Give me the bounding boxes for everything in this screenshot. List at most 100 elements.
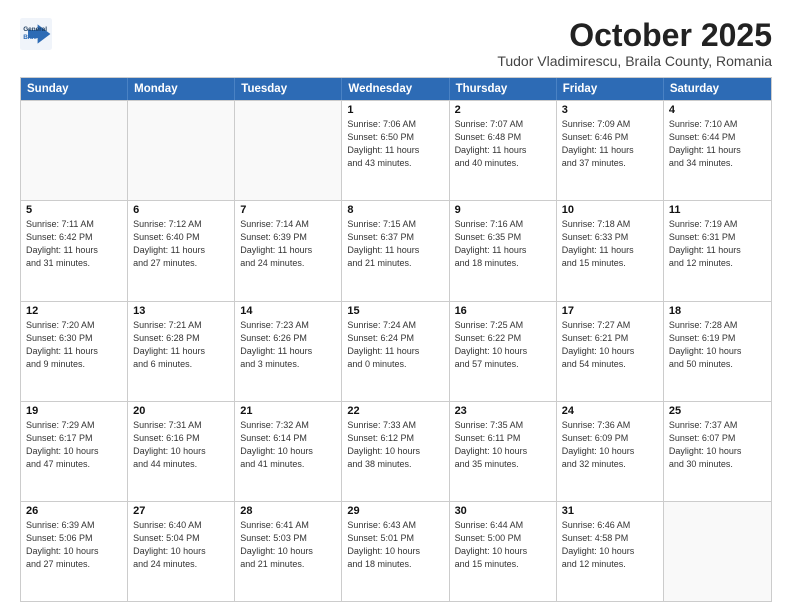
calendar-cell: 13 Sunrise: 7:21 AM Sunset: 6:28 PM Dayli… — [128, 302, 235, 401]
calendar-cell: 31Sunrise: 6:46 AM Sunset: 4:58 PM Dayli… — [557, 502, 664, 601]
day-info: Sunrise: 7:06 AM Sunset: 6:50 PM Dayligh… — [347, 118, 443, 170]
day-number: 12 — [26, 305, 122, 317]
calendar-cell: 21 Sunrise: 7:32 AM Sunset: 6:14 PM Dayli… — [235, 402, 342, 501]
day-number: 21 — [240, 405, 336, 417]
day-info: Sunrise: 7:14 AM Sunset: 6:39 PM Dayligh… — [240, 218, 336, 270]
calendar: SundayMondayTuesdayWednesdayThursdayFrid… — [20, 77, 772, 602]
calendar-cell: 11Sunrise: 7:19 AM Sunset: 6:31 PM Dayli… — [664, 201, 771, 300]
day-info: Sunrise: 7:10 AM Sunset: 6:44 PM Dayligh… — [669, 118, 766, 170]
day-number: 14 — [240, 305, 336, 317]
day-number: 10 — [562, 204, 658, 216]
subtitle: Tudor Vladimirescu, Braila County, Roman… — [497, 53, 772, 69]
day-number: 25 — [669, 405, 766, 417]
day-number: 18 — [669, 305, 766, 317]
day-number: 22 — [347, 405, 443, 417]
day-number: 4 — [669, 104, 766, 116]
calendar-cell: 23 Sunrise: 7:35 AM Sunset: 6:11 PM Dayli… — [450, 402, 557, 501]
day-info: Sunrise: 7:23 AM Sunset: 6:26 PM Dayligh… — [240, 319, 336, 371]
day-info: Sunrise: 7:11 AM Sunset: 6:42 PM Dayligh… — [26, 218, 122, 270]
calendar-cell — [235, 101, 342, 200]
day-info: Sunrise: 7:27 AM Sunset: 6:21 PM Dayligh… — [562, 319, 658, 371]
calendar-cell: 8Sunrise: 7:15 AM Sunset: 6:37 PM Daylig… — [342, 201, 449, 300]
calendar-cell: 15 Sunrise: 7:24 AM Sunset: 6:24 PM Dayli… — [342, 302, 449, 401]
calendar-cell: 25Sunrise: 7:37 AM Sunset: 6:07 PM Dayli… — [664, 402, 771, 501]
calendar-cell: 18 Sunrise: 7:28 AM Sunset: 6:19 PM Dayli… — [664, 302, 771, 401]
svg-text:Blue: Blue — [23, 34, 37, 41]
calendar-cell — [128, 101, 235, 200]
day-number: 29 — [347, 505, 443, 517]
day-number: 7 — [240, 204, 336, 216]
day-info: Sunrise: 7:21 AM Sunset: 6:28 PM Dayligh… — [133, 319, 229, 371]
day-info: Sunrise: 7:15 AM Sunset: 6:37 PM Dayligh… — [347, 218, 443, 270]
header-day-tuesday: Tuesday — [235, 78, 342, 100]
logo: General Blue — [20, 18, 52, 50]
header-day-saturday: Saturday — [664, 78, 771, 100]
calendar-cell: 22Sunrise: 7:33 AM Sunset: 6:12 PM Dayli… — [342, 402, 449, 501]
day-info: Sunrise: 7:16 AM Sunset: 6:35 PM Dayligh… — [455, 218, 551, 270]
day-number: 28 — [240, 505, 336, 517]
calendar-cell: 19Sunrise: 7:29 AM Sunset: 6:17 PM Dayli… — [21, 402, 128, 501]
day-info: Sunrise: 7:31 AM Sunset: 6:16 PM Dayligh… — [133, 419, 229, 471]
day-number: 3 — [562, 104, 658, 116]
calendar-cell: 1 Sunrise: 7:06 AM Sunset: 6:50 PM Daylig… — [342, 101, 449, 200]
day-info: Sunrise: 6:40 AM Sunset: 5:04 PM Dayligh… — [133, 519, 229, 571]
day-info: Sunrise: 6:41 AM Sunset: 5:03 PM Dayligh… — [240, 519, 336, 571]
calendar-cell: 29 Sunrise: 6:43 AM Sunset: 5:01 PM Dayli… — [342, 502, 449, 601]
day-info: Sunrise: 7:35 AM Sunset: 6:11 PM Dayligh… — [455, 419, 551, 471]
day-number: 23 — [455, 405, 551, 417]
day-number: 31 — [562, 505, 658, 517]
day-info: Sunrise: 7:32 AM Sunset: 6:14 PM Dayligh… — [240, 419, 336, 471]
header-day-wednesday: Wednesday — [342, 78, 449, 100]
day-number: 9 — [455, 204, 551, 216]
day-number: 15 — [347, 305, 443, 317]
calendar-row-2: 12 Sunrise: 7:20 AM Sunset: 6:30 PM Dayli… — [21, 301, 771, 401]
day-info: Sunrise: 7:28 AM Sunset: 6:19 PM Dayligh… — [669, 319, 766, 371]
calendar-cell: 28 Sunrise: 6:41 AM Sunset: 5:03 PM Dayli… — [235, 502, 342, 601]
calendar-row-4: 26 Sunrise: 6:39 AM Sunset: 5:06 PM Dayli… — [21, 501, 771, 601]
calendar-cell: 14 Sunrise: 7:23 AM Sunset: 6:26 PM Dayli… — [235, 302, 342, 401]
day-number: 30 — [455, 505, 551, 517]
day-number: 16 — [455, 305, 551, 317]
calendar-cell — [21, 101, 128, 200]
calendar-row-0: 1 Sunrise: 7:06 AM Sunset: 6:50 PM Daylig… — [21, 100, 771, 200]
main-title: October 2025 — [497, 18, 772, 53]
calendar-cell: 3 Sunrise: 7:09 AM Sunset: 6:46 PM Daylig… — [557, 101, 664, 200]
calendar-body: 1 Sunrise: 7:06 AM Sunset: 6:50 PM Daylig… — [21, 100, 771, 601]
title-block: October 2025 Tudor Vladimirescu, Braila … — [497, 18, 772, 69]
page: General Blue October 2025 Tudor Vladimir… — [0, 0, 792, 612]
day-info: Sunrise: 7:18 AM Sunset: 6:33 PM Dayligh… — [562, 218, 658, 270]
day-info: Sunrise: 7:24 AM Sunset: 6:24 PM Dayligh… — [347, 319, 443, 371]
day-number: 13 — [133, 305, 229, 317]
calendar-cell: 26 Sunrise: 6:39 AM Sunset: 5:06 PM Dayli… — [21, 502, 128, 601]
day-number: 17 — [562, 305, 658, 317]
calendar-cell: 30Sunrise: 6:44 AM Sunset: 5:00 PM Dayli… — [450, 502, 557, 601]
calendar-cell: 7 Sunrise: 7:14 AM Sunset: 6:39 PM Daylig… — [235, 201, 342, 300]
day-number: 11 — [669, 204, 766, 216]
calendar-cell: 9 Sunrise: 7:16 AM Sunset: 6:35 PM Daylig… — [450, 201, 557, 300]
day-number: 2 — [455, 104, 551, 116]
header-day-monday: Monday — [128, 78, 235, 100]
day-info: Sunrise: 6:43 AM Sunset: 5:01 PM Dayligh… — [347, 519, 443, 571]
calendar-row-3: 19Sunrise: 7:29 AM Sunset: 6:17 PM Dayli… — [21, 401, 771, 501]
day-number: 26 — [26, 505, 122, 517]
header: General Blue October 2025 Tudor Vladimir… — [20, 18, 772, 69]
day-info: Sunrise: 7:29 AM Sunset: 6:17 PM Dayligh… — [26, 419, 122, 471]
day-info: Sunrise: 7:25 AM Sunset: 6:22 PM Dayligh… — [455, 319, 551, 371]
day-info: Sunrise: 7:09 AM Sunset: 6:46 PM Dayligh… — [562, 118, 658, 170]
calendar-cell: 16 Sunrise: 7:25 AM Sunset: 6:22 PM Dayli… — [450, 302, 557, 401]
calendar-cell: 4 Sunrise: 7:10 AM Sunset: 6:44 PM Daylig… — [664, 101, 771, 200]
header-day-friday: Friday — [557, 78, 664, 100]
header-day-thursday: Thursday — [450, 78, 557, 100]
header-day-sunday: Sunday — [21, 78, 128, 100]
day-number: 6 — [133, 204, 229, 216]
day-info: Sunrise: 6:39 AM Sunset: 5:06 PM Dayligh… — [26, 519, 122, 571]
calendar-cell: 24Sunrise: 7:36 AM Sunset: 6:09 PM Dayli… — [557, 402, 664, 501]
day-number: 20 — [133, 405, 229, 417]
day-number: 1 — [347, 104, 443, 116]
calendar-cell: 20 Sunrise: 7:31 AM Sunset: 6:16 PM Dayli… — [128, 402, 235, 501]
calendar-cell: 17 Sunrise: 7:27 AM Sunset: 6:21 PM Dayli… — [557, 302, 664, 401]
day-info: Sunrise: 7:20 AM Sunset: 6:30 PM Dayligh… — [26, 319, 122, 371]
svg-text:General: General — [23, 26, 47, 33]
logo-icon: General Blue — [20, 18, 52, 50]
day-number: 24 — [562, 405, 658, 417]
